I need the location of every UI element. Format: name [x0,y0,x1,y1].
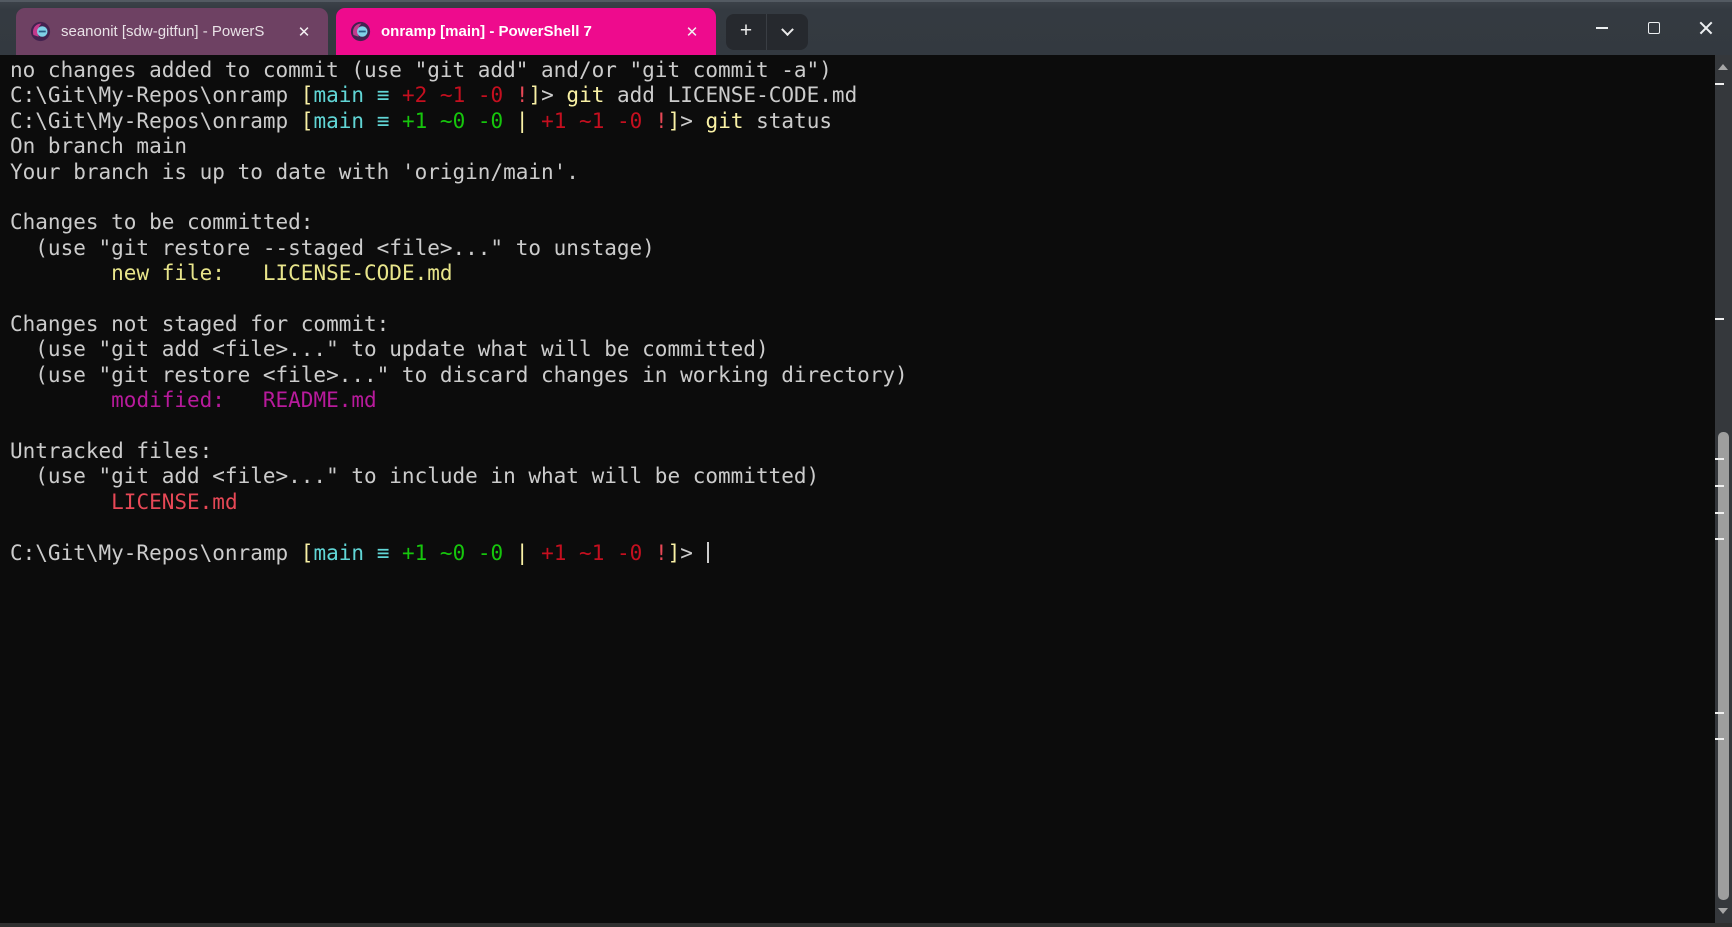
terminal-line: C:\Git\My-Repos\onramp [main ≡ +2 ~1 -0 … [10,83,1715,108]
terminal-viewport[interactable]: no changes added to commit (use "git add… [0,55,1715,923]
tab-title: onramp [main] - PowerShell 7 [381,23,668,40]
terminal-line: new file: LICENSE-CODE.md [10,261,1715,286]
scrollbar-prompt-mark [1715,458,1724,460]
scrollbar-prompt-mark [1715,512,1724,514]
tab-close-icon[interactable]: ✕ [678,18,706,46]
scrollbar-prompt-mark [1715,738,1724,740]
scrollbar-thumb[interactable] [1718,432,1729,900]
terminal-line: Changes to be committed: [10,210,1715,235]
terminal-cursor [707,542,709,563]
new-tab-button[interactable]: + [726,14,767,50]
tab-close-icon[interactable]: ✕ [290,18,318,46]
scrollbar-prompt-mark [1715,83,1724,85]
terminal-line [10,287,1715,312]
terminal-line: (use "git restore --staged <file>..." to… [10,236,1715,261]
scrollbar-prompt-mark [1715,712,1724,714]
tab-dropdown-button[interactable] [767,14,808,50]
close-icon [1699,21,1713,35]
tab-seanonit[interactable]: seanonit [sdw-gitfun] - PowerS ✕ [16,8,328,55]
tab-strip: seanonit [sdw-gitfun] - PowerS ✕ onramp … [16,8,716,55]
scrollbar-up-button[interactable] [1718,64,1728,70]
tab-title: seanonit [sdw-gitfun] - PowerS [61,23,280,40]
tab-onramp-active[interactable]: onramp [main] - PowerShell 7 ✕ [336,8,716,55]
maximize-button[interactable] [1628,0,1680,55]
plus-icon: + [740,19,752,43]
terminal-line: (use "git restore <file>..." to discard … [10,363,1715,388]
terminal-line: no changes added to commit (use "git add… [10,58,1715,83]
terminal-line: (use "git add <file>..." to update what … [10,337,1715,362]
scrollbar-down-button[interactable] [1718,908,1728,914]
scrollbar[interactable] [1715,55,1732,923]
maximize-icon [1648,22,1660,34]
powershell-avatar-icon [350,21,371,42]
terminal-line [10,414,1715,439]
titlebar: seanonit [sdw-gitfun] - PowerS ✕ onramp … [0,0,1732,55]
chevron-down-icon [781,23,794,36]
terminal-line [10,185,1715,210]
terminal-line: C:\Git\My-Repos\onramp [main ≡ +1 ~0 -0 … [10,541,1715,566]
terminal-line: (use "git add <file>..." to include in w… [10,464,1715,489]
minimize-icon [1596,27,1608,29]
powershell-avatar-icon [30,21,51,42]
terminal-line: Changes not staged for commit: [10,312,1715,337]
close-button[interactable] [1680,0,1732,55]
terminal-line: On branch main [10,134,1715,159]
terminal-line [10,515,1715,540]
tab-actions: + [726,14,808,50]
window-bottom-edge [0,923,1732,927]
terminal-output: no changes added to commit (use "git add… [10,58,1715,566]
terminal-line: Untracked files: [10,439,1715,464]
scrollbar-prompt-mark [1715,318,1724,320]
scrollbar-prompt-mark [1715,538,1724,540]
minimize-button[interactable] [1576,0,1628,55]
terminal-line: modified: README.md [10,388,1715,413]
window-controls [1576,0,1732,55]
terminal-line: Your branch is up to date with 'origin/m… [10,160,1715,185]
terminal-line: LICENSE.md [10,490,1715,515]
terminal-line: C:\Git\My-Repos\onramp [main ≡ +1 ~0 -0 … [10,109,1715,134]
scrollbar-prompt-mark [1715,485,1724,487]
